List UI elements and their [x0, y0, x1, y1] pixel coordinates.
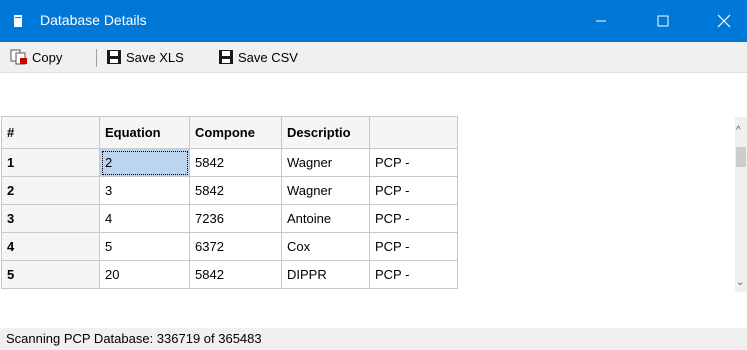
row-header[interactable]: 4 — [1, 232, 100, 261]
table-cell[interactable]: 5842 — [189, 176, 282, 205]
table-cell[interactable]: PCP - — [369, 148, 458, 177]
table-cell[interactable]: Cox — [281, 232, 370, 261]
close-icon — [717, 14, 731, 28]
table-cell[interactable]: 5 — [99, 232, 190, 261]
column-header-equation[interactable]: Equation — [99, 116, 190, 149]
close-button[interactable] — [701, 0, 747, 42]
column-header-index[interactable]: # — [1, 116, 100, 149]
copy-icon — [10, 49, 27, 65]
status-text: Scanning PCP Database: 336719 of 365483 — [6, 331, 262, 346]
maximize-icon — [657, 15, 669, 27]
table-cell[interactable]: 5842 — [189, 260, 282, 289]
window-title: Database Details — [40, 12, 147, 28]
table-row[interactable]: 1 2 5842 Wagner PCP - — [1, 148, 458, 177]
table-row[interactable]: 5 20 5842 DIPPR PCP - — [1, 260, 458, 289]
toolbar: Copy Save XLS Save CSV — [0, 42, 747, 73]
column-header-description[interactable]: Descriptio — [281, 116, 370, 149]
table-cell[interactable]: PCP - — [369, 204, 458, 233]
table-cell[interactable]: 3 — [99, 176, 190, 205]
floppy-disk-icon — [219, 50, 233, 64]
save-csv-button[interactable]: Save CSV — [218, 47, 298, 67]
table-cell[interactable]: 2 — [99, 148, 190, 177]
row-header[interactable]: 2 — [1, 176, 100, 205]
row-header[interactable]: 5 — [1, 260, 100, 289]
data-grid[interactable]: # Equation Compone Descriptio 1 2 5842 W… — [1, 116, 458, 289]
table-row[interactable]: 3 4 7236 Antoine PCP - — [1, 204, 458, 233]
copy-button[interactable]: Copy — [10, 47, 62, 67]
table-cell[interactable]: PCP - — [369, 176, 458, 205]
toolbar-separator — [96, 49, 97, 67]
floppy-disk-icon — [107, 50, 121, 64]
table-cell[interactable]: 7236 — [189, 204, 282, 233]
copy-label: Copy — [32, 49, 63, 65]
minimize-icon — [596, 20, 606, 22]
table-cell[interactable]: Wagner — [281, 148, 370, 177]
row-header[interactable]: 1 — [1, 148, 100, 177]
scroll-down-icon[interactable]: ⌄ — [736, 277, 744, 288]
header-row: # Equation Compone Descriptio — [1, 116, 458, 149]
table-cell[interactable]: 5842 — [189, 148, 282, 177]
database-icon — [14, 15, 22, 27]
table-cell[interactable]: 4 — [99, 204, 190, 233]
save-xls-label: Save XLS — [126, 49, 184, 65]
table-cell[interactable]: PCP - — [369, 260, 458, 289]
table-row[interactable]: 4 5 6372 Cox PCP - — [1, 232, 458, 261]
table-cell[interactable]: 20 — [99, 260, 190, 289]
scroll-thumb[interactable] — [736, 147, 746, 167]
vertical-scrollbar[interactable]: ^ ⌄ — [735, 117, 747, 292]
column-header-extra[interactable] — [369, 116, 458, 149]
table-cell[interactable]: Wagner — [281, 176, 370, 205]
row-header[interactable]: 3 — [1, 204, 100, 233]
column-header-component[interactable]: Compone — [189, 116, 282, 149]
table-cell[interactable]: Antoine — [281, 204, 370, 233]
save-csv-label: Save CSV — [238, 49, 298, 65]
table-row[interactable]: 2 3 5842 Wagner PCP - — [1, 176, 458, 205]
title-bar[interactable]: Database Details — [0, 0, 747, 42]
table-cell[interactable]: 6372 — [189, 232, 282, 261]
table-cell[interactable]: DIPPR — [281, 260, 370, 289]
scroll-up-icon[interactable]: ^ — [736, 125, 741, 136]
status-bar: Scanning PCP Database: 336719 of 365483 — [0, 328, 747, 350]
minimize-button[interactable] — [578, 0, 624, 42]
table-cell[interactable]: PCP - — [369, 232, 458, 261]
maximize-button[interactable] — [640, 0, 686, 42]
save-xls-button[interactable]: Save XLS — [106, 47, 184, 67]
